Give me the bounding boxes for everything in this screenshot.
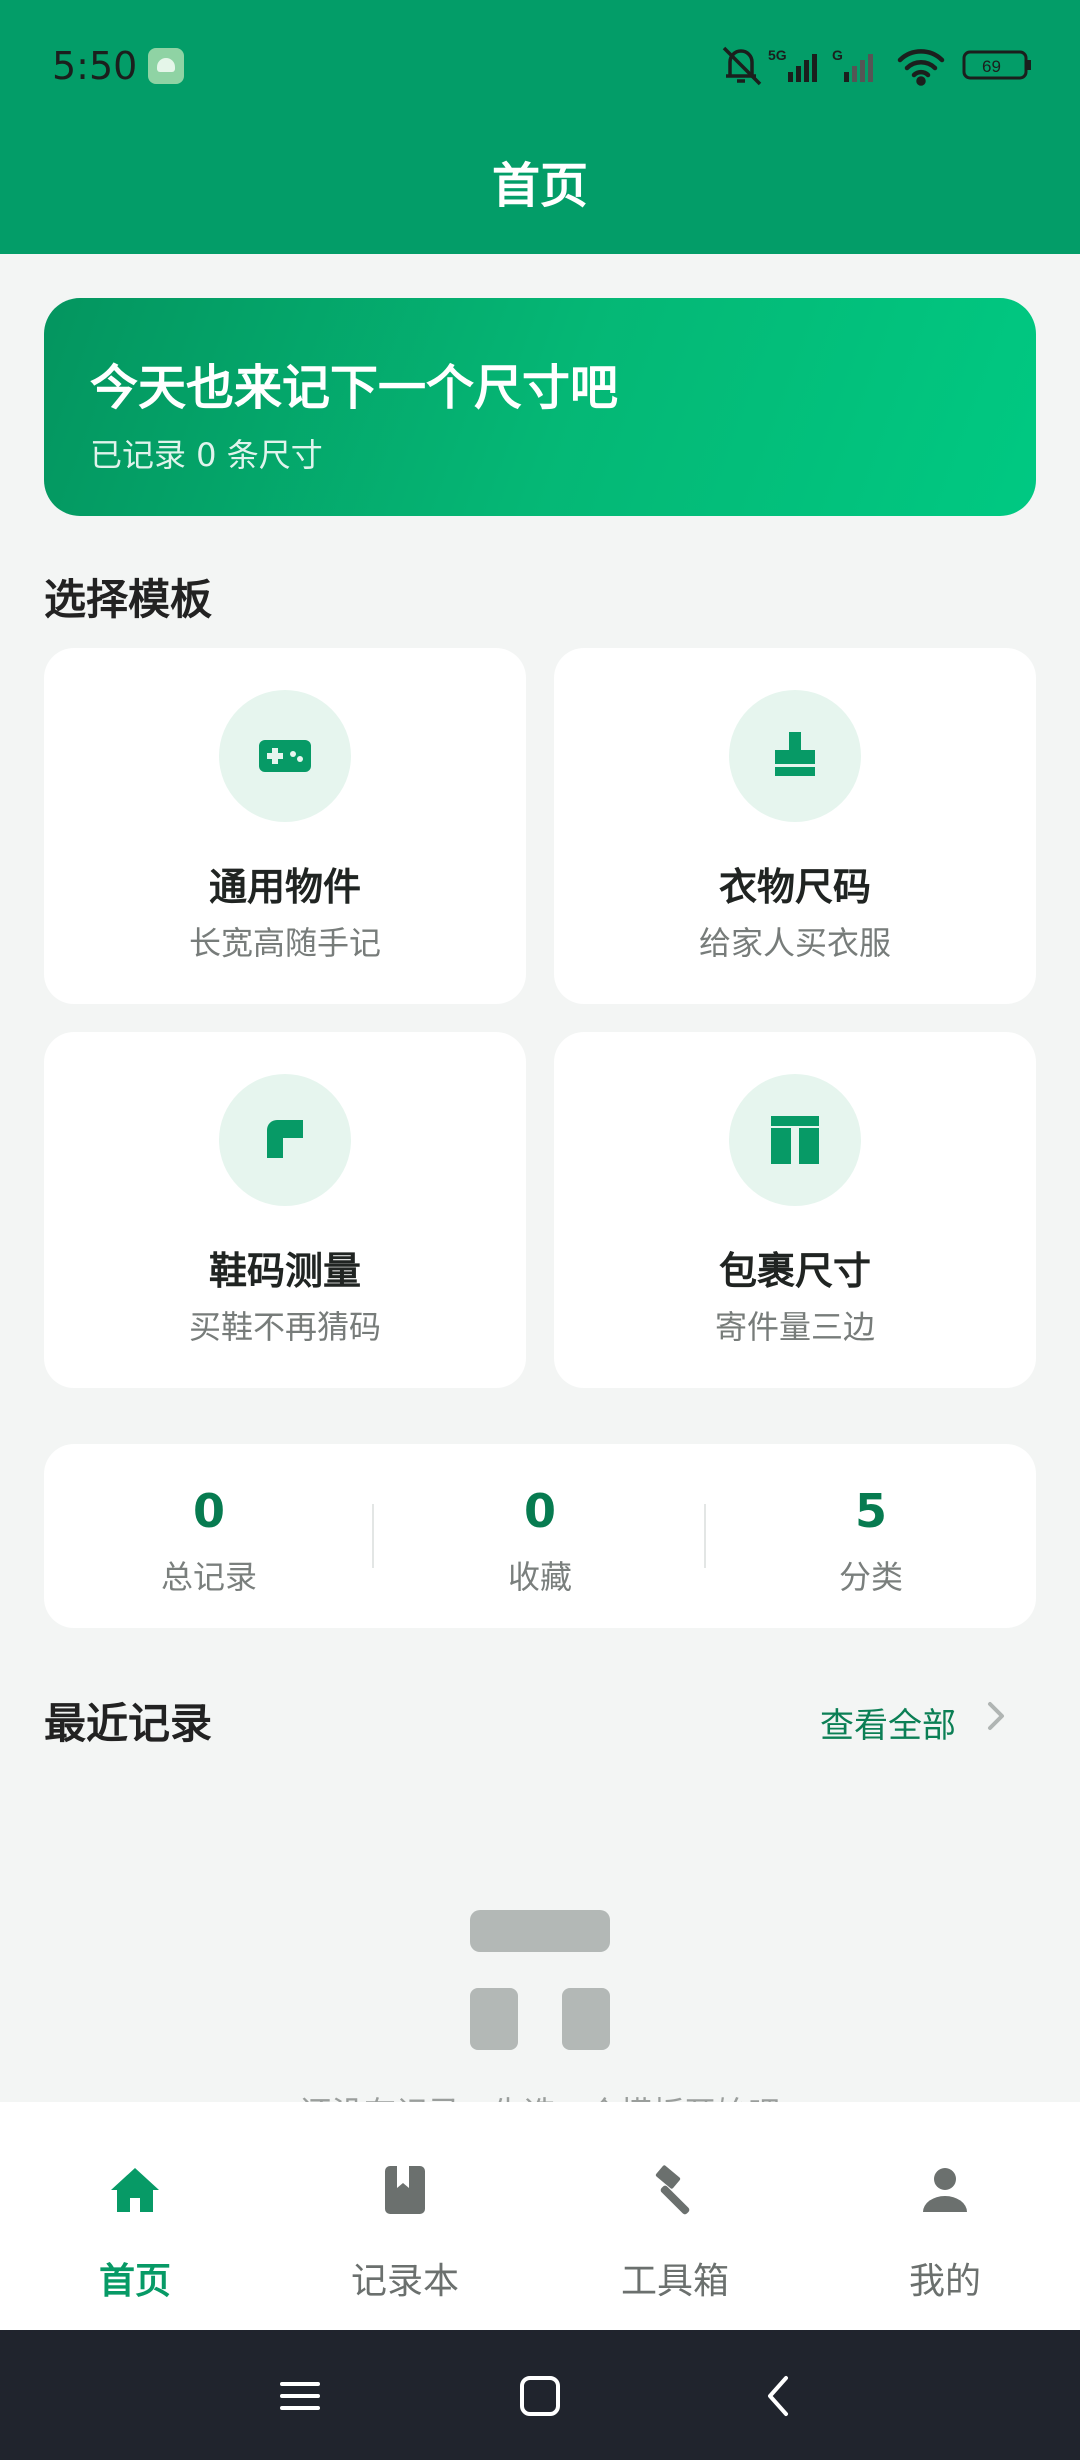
stat-label: 分类 — [838, 1558, 903, 1596]
status-time: 5:50 — [52, 44, 138, 88]
mute-bell-icon — [722, 46, 762, 86]
network-label-1: 5G — [768, 47, 787, 63]
signal-icon — [788, 54, 817, 82]
stats-card: 0 总记录 0 收藏 5 分类 — [44, 1444, 1036, 1628]
empty-box-icon — [470, 1910, 610, 2050]
stat-value: 0 — [192, 1484, 225, 1538]
battery-icon: 69 — [962, 50, 1031, 80]
tab-label: 记录本 — [350, 2261, 459, 2302]
menu-icon[interactable] — [276, 2372, 324, 2420]
tab-notebook[interactable]: 记录本 — [270, 2102, 540, 2330]
package-icon — [771, 1116, 819, 1164]
template-icon-wrap — [219, 1074, 351, 1206]
template-title: 包裹尺寸 — [718, 1249, 871, 1293]
stat-value: 5 — [854, 1484, 887, 1538]
status-icons: 5G G 69 — [722, 46, 1031, 86]
hammer-icon — [655, 2165, 690, 2215]
battery-level: 69 — [982, 57, 1001, 76]
template-title: 通用物件 — [208, 865, 361, 909]
template-subtitle: 寄件量三边 — [714, 1308, 875, 1346]
template-icon-wrap — [729, 690, 861, 822]
template-title: 鞋码测量 — [208, 1249, 361, 1293]
template-card-general[interactable]: 通用物件 长宽高随手记 — [44, 648, 526, 1004]
system-nav-bar — [0, 2330, 1080, 2460]
stat-total[interactable]: 0 总记录 — [44, 1444, 374, 1628]
stat-label: 总记录 — [160, 1558, 257, 1596]
android-app-icon — [148, 48, 184, 84]
tab-toolbox[interactable]: 工具箱 — [540, 2102, 810, 2330]
template-card-package[interactable]: 包裹尺寸 寄件量三边 — [554, 1032, 1036, 1388]
template-icon-wrap — [729, 1074, 861, 1206]
stat-value: 0 — [523, 1484, 556, 1538]
wifi-icon — [897, 49, 945, 86]
tab-home[interactable]: 首页 — [0, 2102, 270, 2330]
stat-divider — [372, 1504, 374, 1568]
template-subtitle: 给家人买衣服 — [698, 924, 891, 962]
banner-title: 今天也来记下一个尺寸吧 — [90, 360, 619, 416]
tab-profile[interactable]: 我的 — [810, 2102, 1080, 2330]
tab-label: 首页 — [98, 2261, 171, 2302]
summary-banner: 今天也来记下一个尺寸吧 已记录 0 条尺寸 — [44, 298, 1036, 516]
see-all-link[interactable]: 查看全部 — [820, 1698, 956, 1747]
template-subtitle: 买鞋不再猜码 — [188, 1308, 381, 1346]
notebook-icon — [385, 2166, 425, 2214]
chevron-right-icon[interactable] — [976, 1696, 1016, 1736]
templates-section-title: 选择模板 — [44, 575, 213, 624]
template-title: 衣物尺码 — [718, 865, 871, 909]
template-card-clothing[interactable]: 衣物尺码 给家人买衣服 — [554, 648, 1036, 1004]
template-card-shoes[interactable]: 鞋码测量 买鞋不再猜码 — [44, 1032, 526, 1388]
stat-favorites[interactable]: 0 收藏 — [375, 1444, 705, 1628]
page-title: 首页 — [491, 158, 588, 214]
bottom-tab-bar: 首页 记录本 工具箱 我的 — [0, 2102, 1080, 2330]
gamepad-icon — [259, 740, 311, 772]
recent-section-title: 最近记录 — [44, 1699, 213, 1748]
shirt-icon — [775, 732, 815, 776]
person-icon — [923, 2168, 967, 2212]
tab-label: 我的 — [908, 2261, 981, 2302]
app-header: 5:50 5G G 69 首页 — [0, 0, 1080, 254]
stat-categories[interactable]: 5 分类 — [706, 1444, 1036, 1628]
template-icon-wrap — [219, 690, 351, 822]
banner-subtitle: 已记录 0 条尺寸 — [90, 436, 323, 474]
tab-label: 工具箱 — [620, 2261, 729, 2302]
home-square-icon[interactable] — [516, 2372, 564, 2420]
stat-label: 收藏 — [507, 1558, 572, 1596]
template-subtitle: 长宽高随手记 — [188, 924, 381, 962]
shoe-icon — [267, 1120, 303, 1158]
signal-icon — [844, 54, 873, 82]
back-icon[interactable] — [756, 2372, 804, 2420]
network-label-2: G — [832, 47, 843, 63]
home-icon — [111, 2168, 159, 2212]
